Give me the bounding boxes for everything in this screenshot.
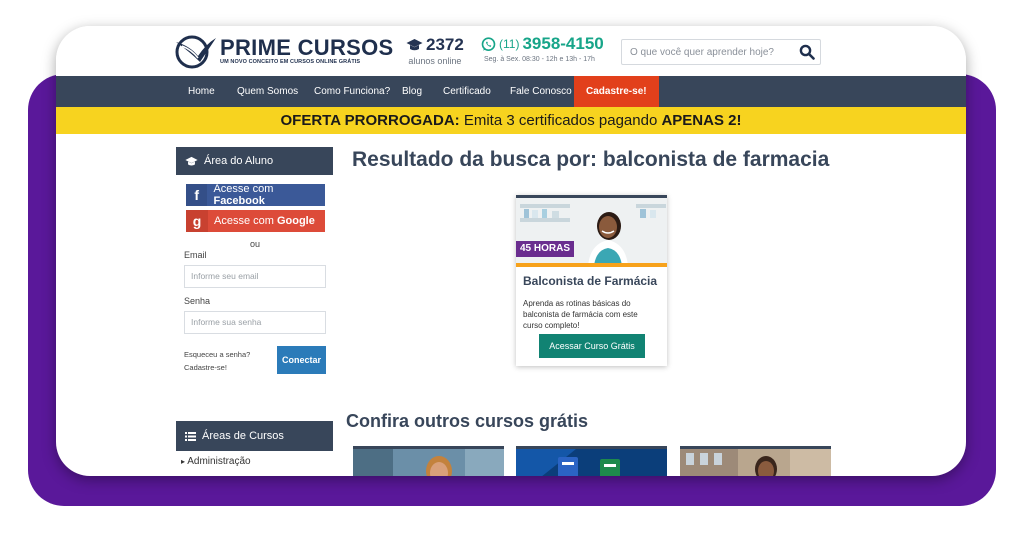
online-count: 2372 [426, 35, 464, 54]
card-accent-strip [516, 263, 667, 267]
password-field[interactable]: Informe sua senha [184, 311, 326, 334]
phone-contact[interactable]: (11) 3958-4150 Seg. à Sex. 08:30 - 12h e… [481, 34, 604, 63]
email-field[interactable]: Informe seu email [184, 265, 326, 288]
results-title: Resultado da busca por: balconista de fa… [352, 148, 830, 171]
sidebar-item-administracao[interactable]: ▸ Administração [181, 456, 251, 467]
other-course-thumbnail[interactable] [680, 446, 831, 476]
signup-link[interactable]: Cadastre-se! [184, 361, 250, 374]
google-login-button[interactable]: g Acesse com Google [186, 210, 325, 232]
nav-item-quem-somos[interactable]: Quem Somos [237, 76, 298, 107]
facebook-icon: f [186, 184, 208, 206]
logo-bird-icon [175, 35, 216, 69]
logo-title: PRIME CURSOS [220, 35, 394, 60]
nav-cadastre-button[interactable]: Cadastre-se! [574, 76, 659, 107]
offer-lead: OFERTA PRORROGADA: [280, 112, 460, 129]
online-counter: 2372 alunos online [406, 35, 464, 66]
course-thumbnail-image [516, 449, 667, 476]
other-course-thumbnail[interactable] [353, 446, 504, 476]
areas-cursos-header: Áreas de Cursos [176, 421, 333, 451]
chevron-right-icon: ▸ [181, 457, 186, 466]
course-image: 45 HORAS [516, 195, 667, 263]
graduation-cap-icon [406, 39, 423, 51]
phone-hours: Seg. à Sex. 08:30 - 12h e 13h - 17h [484, 56, 595, 63]
offer-strong: APENAS 2! [661, 112, 742, 129]
area-aluno-title: Área do Aluno [204, 155, 274, 167]
nav-item-certificado[interactable]: Certificado [443, 76, 491, 107]
nav-item-blog[interactable]: Blog [402, 76, 422, 107]
search-box[interactable]: O que você quer aprender hoje? [621, 39, 821, 65]
or-label: ou [250, 239, 261, 249]
course-description: Aprenda as rotinas básicas do balconista… [523, 299, 638, 330]
other-course-thumbnail[interactable] [516, 446, 667, 476]
main-nav: Home Quem Somos Como Funciona? Blog Cert… [56, 76, 966, 107]
nav-item-como-funciona[interactable]: Como Funciona? [314, 76, 390, 107]
phone-ddd: (11) [499, 37, 520, 51]
nav-item-fale-conosco[interactable]: Fale Conosco [510, 76, 572, 107]
graduation-cap-icon [185, 156, 198, 166]
screenshot-stage: PRIME CURSOS UM NOVO CONCEITO EM CURSOS … [0, 0, 1024, 536]
list-icon [185, 431, 196, 441]
access-course-button[interactable]: Acessar Curso Grátis [539, 334, 645, 358]
google-strong: Google [276, 215, 315, 227]
others-title: Confira outros cursos grátis [346, 411, 589, 431]
nav-item-home[interactable]: Home [188, 76, 215, 107]
offer-middle: Emita 3 certificados pagando [459, 112, 662, 129]
password-label: Senha [184, 296, 211, 306]
course-thumbnail-image [353, 449, 504, 476]
areas-cursos-title: Áreas de Cursos [202, 430, 284, 442]
course-thumbnail-image [680, 449, 831, 476]
google-icon: g [186, 210, 208, 232]
email-label: Email [184, 250, 207, 260]
phone-number: 3958-4150 [522, 34, 604, 53]
facebook-prefix: Acesse com [213, 183, 274, 195]
browser-window: PRIME CURSOS UM NOVO CONCEITO EM CURSOS … [56, 26, 966, 476]
online-label: alunos online [408, 56, 462, 66]
course-title[interactable]: Balconista de Farmácia [523, 274, 657, 288]
hours-badge: 45 HORAS [516, 241, 575, 257]
area-aluno-header: Área do Aluno [176, 147, 333, 175]
facebook-login-button[interactable]: f Acesse com Facebook [186, 183, 325, 207]
google-prefix: Acesse com [214, 215, 277, 227]
site-header: PRIME CURSOS UM NOVO CONCEITO EM CURSOS … [56, 26, 966, 76]
logo[interactable]: PRIME CURSOS UM NOVO CONCEITO EM CURSOS … [172, 32, 394, 70]
offer-banner[interactable]: OFERTA PRORROGADA: Emita 3 certificados … [56, 107, 966, 134]
whatsapp-icon [481, 36, 496, 51]
sidebar-item-label: Administração [187, 456, 251, 467]
forgot-password-link[interactable]: Esqueceu a senha? [184, 348, 250, 361]
search-icon[interactable] [794, 39, 820, 65]
search-input[interactable]: O que você quer aprender hoje? [630, 47, 794, 58]
connect-button[interactable]: Conectar [277, 346, 326, 374]
course-card[interactable]: 45 HORAS Balconista de Farmácia Aprenda … [516, 195, 667, 366]
facebook-strong: Facebook [213, 195, 265, 207]
